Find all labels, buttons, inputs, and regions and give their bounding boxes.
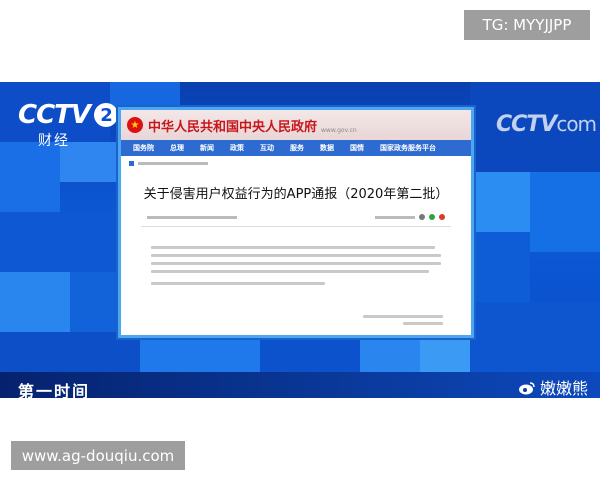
- gov-site-url: www.gov.cn: [321, 126, 357, 134]
- nav-item-zhengwu-platform[interactable]: 国家政务服务平台: [372, 143, 444, 153]
- nav-item-xinwen[interactable]: 新闻: [192, 143, 222, 153]
- gov-document-panel: ★ 中华人民共和国中央人民政府 www.gov.cn 国务院 总理 新闻 政策 …: [118, 107, 474, 338]
- nav-item-shuju[interactable]: 数据: [312, 143, 342, 153]
- title-divider: [141, 226, 451, 227]
- program-name: 第一时间: [18, 382, 91, 398]
- document-title: 关于侵害用户权益行为的APP通报（2020年第二批）: [143, 187, 449, 202]
- nav-item-zongli[interactable]: 总理: [162, 143, 192, 153]
- channel-logo: CCTV 2 财经: [18, 100, 119, 150]
- nav-item-guowuyuan[interactable]: 国务院: [125, 143, 162, 153]
- print-icon[interactable]: [419, 214, 425, 220]
- document-signature: [363, 311, 443, 325]
- video-frame: CCTV 2 财经 CCTVcom ★ 中华人民共和国中央人民政府 www.go…: [0, 82, 600, 398]
- weibo-icon: [518, 380, 536, 395]
- nav-item-zhengce[interactable]: 政策: [222, 143, 252, 153]
- document-body: [121, 233, 471, 285]
- wechat-share-icon[interactable]: [429, 214, 435, 220]
- document-meta: [121, 214, 471, 220]
- channel-subtitle: 财经: [38, 133, 70, 149]
- nav-item-guoqing[interactable]: 国情: [342, 143, 372, 153]
- nav-item-fuwu[interactable]: 服务: [282, 143, 312, 153]
- cctv-com-logo: CCTVcom: [496, 112, 597, 137]
- right-logo-suffix: com: [556, 112, 597, 136]
- national-emblem-icon: ★: [127, 117, 143, 133]
- weibo-share-icon[interactable]: [439, 214, 445, 220]
- channel-brand: CCTV: [18, 100, 91, 130]
- right-logo-brand: CCTV: [496, 112, 557, 137]
- watermark-bottom: www.ag-douqiu.com: [11, 441, 185, 470]
- weibo-username: 嫩嫩熊: [540, 379, 589, 398]
- weibo-watermark: 嫩嫩熊: [518, 375, 588, 398]
- watermark-top: TG: MYYJJPP: [464, 10, 590, 40]
- gov-header: ★ 中华人民共和国中央人民政府 www.gov.cn: [121, 110, 471, 140]
- gov-site-title: 中华人民共和国中央人民政府: [148, 119, 318, 135]
- channel-number: 2: [94, 103, 119, 127]
- nav-item-hudong[interactable]: 互动: [252, 143, 282, 153]
- gov-nav-bar: 国务院 总理 新闻 政策 互动 服务 数据 国情 国家政务服务平台: [121, 140, 471, 156]
- home-icon[interactable]: [129, 161, 134, 166]
- breadcrumb: [121, 156, 471, 171]
